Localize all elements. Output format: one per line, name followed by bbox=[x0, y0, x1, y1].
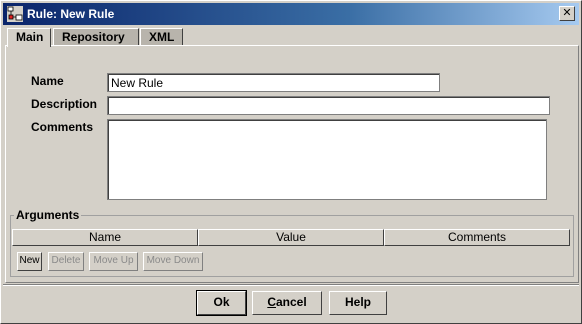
title-bar[interactable]: Rule: New Rule ✕ bbox=[3, 3, 579, 25]
description-field[interactable] bbox=[107, 96, 550, 115]
rule-diagram-icon bbox=[7, 6, 23, 22]
footer-separator bbox=[3, 284, 579, 286]
help-button[interactable]: Help bbox=[329, 291, 387, 315]
cancel-mnemonic: C bbox=[267, 295, 276, 309]
name-field[interactable]: New Rule bbox=[107, 73, 440, 92]
description-label: Description bbox=[31, 97, 98, 111]
new-argument-button[interactable]: New bbox=[17, 252, 42, 271]
tab-repository[interactable]: Repository bbox=[53, 28, 139, 46]
close-button[interactable]: ✕ bbox=[559, 6, 575, 21]
name-label: Name bbox=[31, 74, 64, 88]
delete-argument-button[interactable]: Delete bbox=[48, 252, 84, 271]
ok-button[interactable]: Ok bbox=[196, 290, 247, 316]
column-header-name[interactable]: Name bbox=[12, 229, 198, 246]
tab-xml[interactable]: XML bbox=[140, 28, 183, 46]
cancel-label-rest: ancel bbox=[275, 295, 307, 309]
arguments-table-header: Name Value Comments bbox=[12, 229, 570, 246]
comments-textarea[interactable] bbox=[107, 119, 547, 200]
column-header-comments[interactable]: Comments bbox=[384, 229, 570, 246]
window-title: Rule: New Rule bbox=[27, 7, 115, 21]
close-icon: ✕ bbox=[562, 6, 572, 19]
arguments-legend: Arguments bbox=[14, 208, 82, 222]
move-up-button[interactable]: Move Up bbox=[89, 252, 138, 271]
rule-dialog-window: Rule: New Rule ✕ Main Repository XML Nam… bbox=[0, 0, 582, 324]
move-down-button[interactable]: Move Down bbox=[143, 252, 203, 271]
tab-main[interactable]: Main bbox=[7, 28, 51, 47]
cancel-button[interactable]: Cancel bbox=[252, 291, 322, 315]
comments-label: Comments bbox=[31, 120, 94, 134]
column-header-value[interactable]: Value bbox=[198, 229, 384, 246]
